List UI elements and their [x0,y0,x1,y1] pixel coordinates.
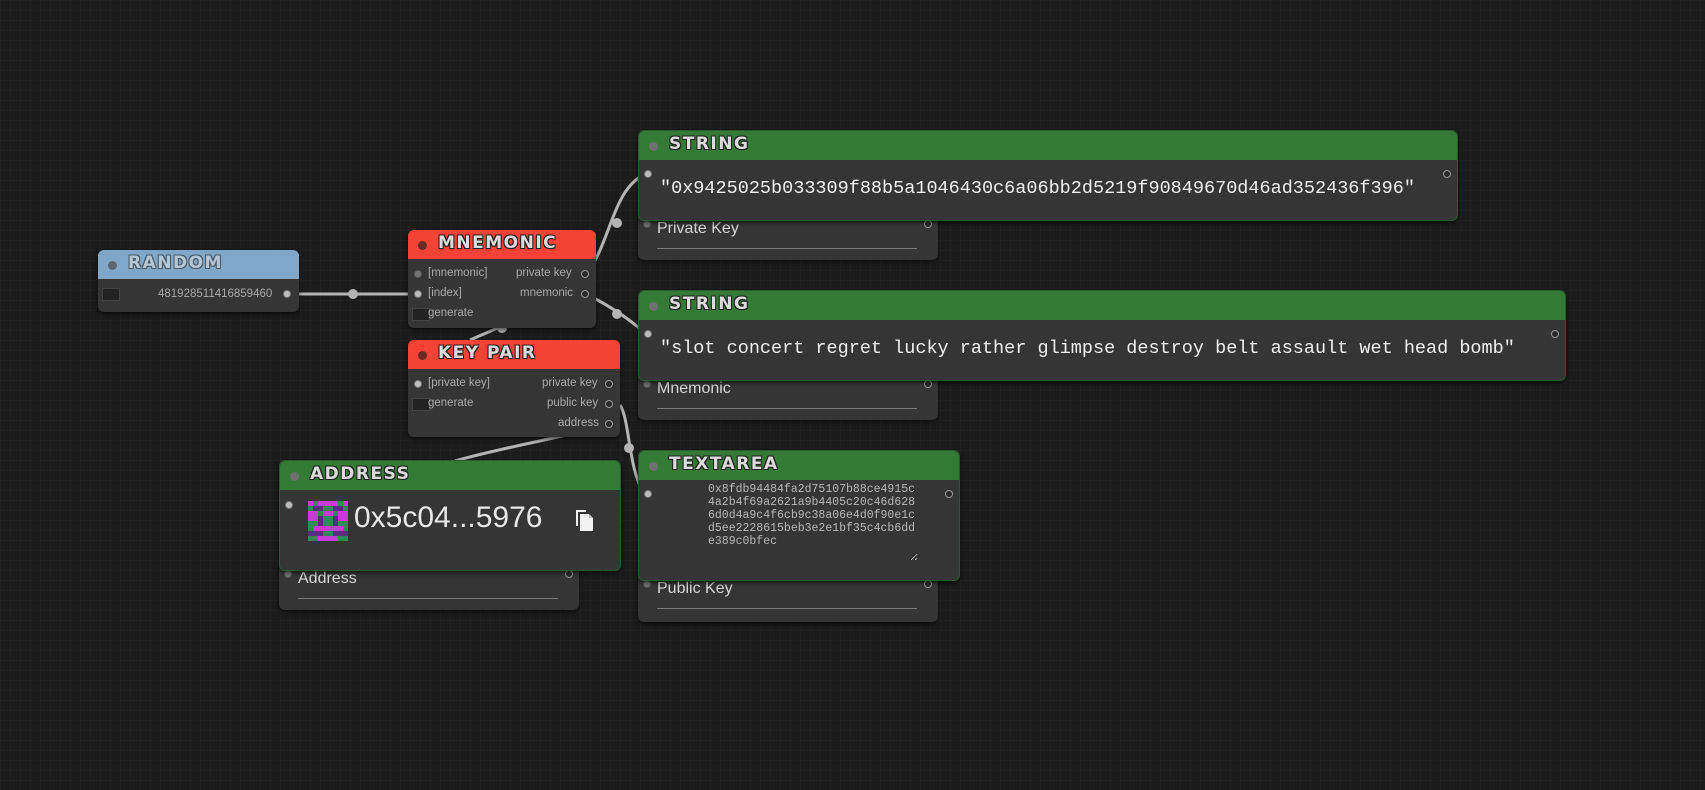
collapse-dot[interactable] [418,351,427,360]
link-midpoint [624,443,634,453]
random-toggle[interactable] [102,288,120,301]
output-label: mnemonic [520,287,574,299]
address-value: 0x5c04...5976 [354,501,543,534]
mnemonic-node-header[interactable]: MNEMONIC [408,230,596,259]
collapse-dot[interactable] [108,261,117,270]
link-midpoint [612,218,622,228]
widget-output-slot[interactable] [924,580,932,588]
input-underline [298,598,558,599]
widget-label: Private Key [657,220,739,237]
collapse-dot[interactable] [418,241,427,250]
address-widget-label: Address [298,570,357,587]
widget-label: Mnemonic [657,380,731,397]
random-value: 481928511416859460 [158,288,273,300]
collapse-dot[interactable] [649,142,658,151]
output-label: address [558,417,599,429]
widget-slot[interactable] [643,220,651,228]
address-output-slot[interactable] [605,420,613,428]
widget-output-slot[interactable] [565,570,573,578]
random-node-header[interactable]: RANDOM [98,250,299,279]
input-underline [657,408,917,409]
node-title: STRING [669,294,750,314]
address-node-header[interactable]: ADDRESS [280,461,620,490]
input-underline [657,248,917,249]
output-label: private key [516,267,572,279]
node-title: RANDOM [128,253,223,273]
public-key-textarea[interactable]: 0x8fdb94484fa2d75107b88ce4915c4a2b4f69a2… [708,483,918,561]
node-title: MNEMONIC [438,233,558,253]
link-midpoint [348,289,358,299]
node-title: STRING [669,134,750,154]
widget-label: Public Key [657,580,733,597]
widget-output-slot[interactable] [924,380,932,388]
widget-output-slot[interactable] [924,220,932,228]
link-midpoint [612,309,622,319]
blockie-avatar [308,501,348,541]
string-value: "slot concert regret lucky rather glimps… [660,338,1515,359]
random-node[interactable]: RANDOM 481928511416859460 [98,250,299,312]
textarea-output-slot[interactable] [945,490,953,498]
address-input-slot[interactable] [285,501,293,509]
string-private-key-node[interactable]: STRING "0x9425025b033309f88b5a1046430c6a… [638,130,1458,221]
string-node-header[interactable]: STRING [639,131,1457,160]
widget-slot[interactable] [643,380,651,388]
copy-icon[interactable] [573,506,597,532]
node-title: KEY PAIR [438,343,537,363]
collapse-dot[interactable] [649,462,658,471]
input-underline [657,608,917,609]
node-title: TEXTAREA [669,454,779,474]
generate-label: generate [428,397,474,409]
index-input-slot[interactable] [414,290,422,298]
private-key-output-slot[interactable] [581,270,589,278]
generate-label: generate [428,307,474,319]
input-label: [index] [428,287,462,299]
address-node[interactable]: ADDRESS 0x5c04...5976 [279,460,621,571]
mnemonic-node[interactable]: MNEMONIC [mnemonic] [index] private key … [408,230,596,328]
string-mnemonic-node[interactable]: STRING "slot concert regret lucky rather… [638,290,1566,381]
mnemonic-output-slot[interactable] [581,290,589,298]
string-input-slot[interactable] [644,170,652,178]
output-label: private key [542,377,598,389]
collapse-dot[interactable] [649,302,658,311]
output-label: public key [547,397,599,409]
collapse-dot[interactable] [290,472,299,481]
textarea-node-header[interactable]: TEXTAREA [639,451,959,480]
private-key-output-slot[interactable] [605,380,613,388]
widget-slot[interactable] [284,570,292,578]
textarea-input-slot[interactable] [644,490,652,498]
widget-slot[interactable] [643,580,651,588]
link-mnemonic-keypair [469,325,501,342]
string-output-slot[interactable] [1443,170,1451,178]
input-label: [mnemonic] [428,267,488,279]
random-output-slot[interactable] [283,290,291,298]
string-output-slot[interactable] [1551,330,1559,338]
string-input-slot[interactable] [644,330,652,338]
string-node-header[interactable]: STRING [639,291,1565,320]
public-key-output-slot[interactable] [605,400,613,408]
key-pair-node-header[interactable]: KEY PAIR [408,340,620,369]
textarea-node[interactable]: TEXTAREA 0x8fdb94484fa2d75107b88ce4915c4… [638,450,960,581]
key-pair-node[interactable]: KEY PAIR [private key] generate private … [408,340,620,437]
private-key-input-slot[interactable] [414,380,422,388]
input-label: [private key] [428,377,490,389]
mnemonic-input-slot[interactable] [414,270,422,278]
string-value: "0x9425025b033309f88b5a1046430c6a06bb2d5… [660,178,1415,199]
node-title: ADDRESS [310,464,411,484]
